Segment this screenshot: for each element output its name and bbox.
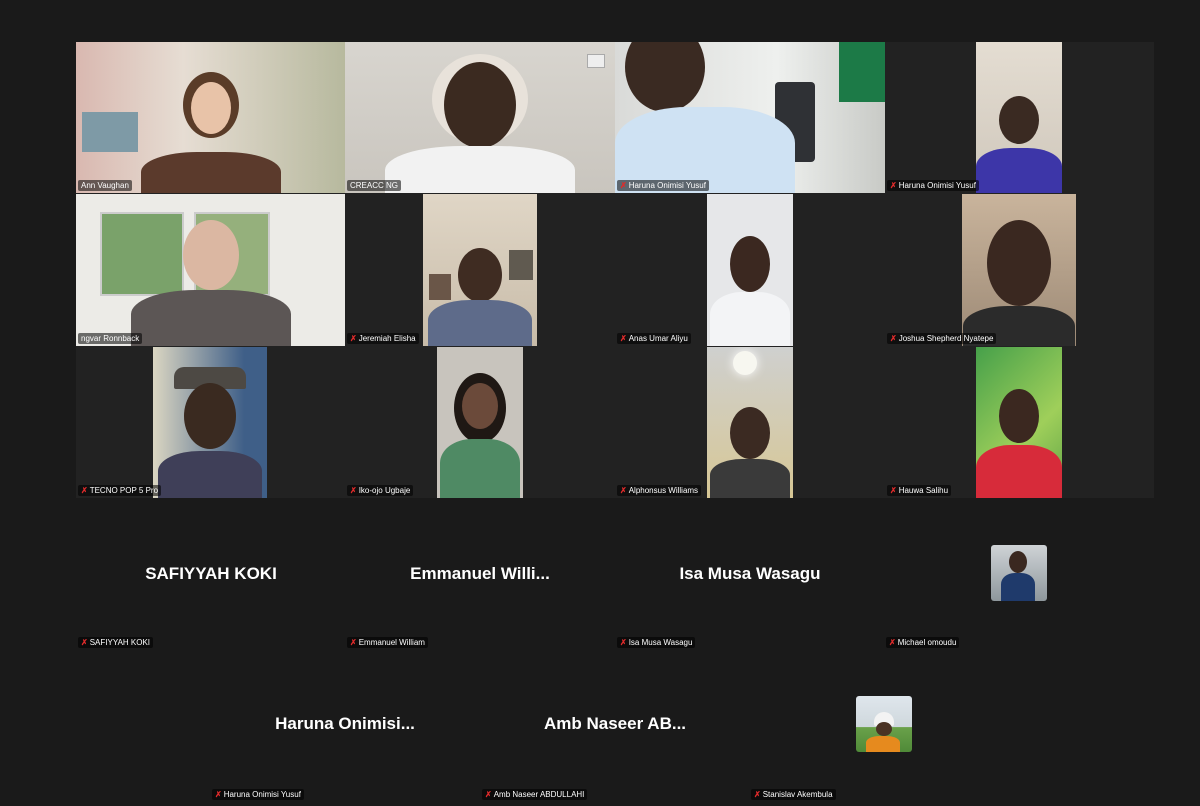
- video-feed: [437, 347, 523, 498]
- participant-name-tag: ✗ SAFIYYAH KOKI: [78, 637, 154, 648]
- video-feed: [423, 194, 537, 346]
- participant-tile-no-video[interactable]: Haruna Onimisi... ✗ Haruna Onimisi Yusuf: [210, 672, 480, 802]
- participant-name-tag: ✗ TECNO POP 5 Pro: [78, 485, 162, 496]
- participant-tile-no-video[interactable]: ✗ Stanislav Akembula: [749, 672, 1019, 802]
- muted-mic-icon: ✗: [889, 638, 896, 647]
- muted-mic-icon: ✗: [81, 638, 88, 647]
- muted-mic-icon: ✗: [890, 181, 897, 190]
- video-tile[interactable]: ✗ Iko-ojo Ugbaje: [345, 347, 615, 498]
- video-feed: [615, 42, 885, 193]
- video-feed: [345, 42, 615, 193]
- video-tile-active-speaker[interactable]: CREACC NG: [345, 42, 615, 193]
- video-feed: [976, 347, 1062, 498]
- participant-name-tag: ✗ Michael omoudu: [886, 637, 960, 648]
- participant-name-tag: CREACC NG: [347, 180, 402, 191]
- video-tile[interactable]: Ann Vaughan: [76, 42, 345, 193]
- muted-mic-icon: ✗: [350, 486, 357, 495]
- participant-tile-no-video[interactable]: Emmanuel Willi... ✗ Emmanuel William: [345, 520, 615, 650]
- participant-name-tag: ✗ Iko-ojo Ugbaje: [347, 485, 414, 496]
- muted-mic-icon: ✗: [754, 790, 761, 799]
- muted-mic-icon: ✗: [890, 334, 897, 343]
- video-tile[interactable]: ✗ Haruna Onimisi Yusuf: [615, 42, 885, 193]
- participant-display-name: SAFIYYAH KOKI: [145, 564, 277, 583]
- video-gallery: Ann Vaughan CREACC NG ✗ Haruna Onimisi Yu…: [76, 42, 1154, 498]
- video-tile[interactable]: ✗ Haruna Onimisi Yusuf: [885, 42, 1154, 193]
- participant-name-tag: ✗ Jeremiah Elisha: [347, 333, 419, 344]
- muted-mic-icon: ✗: [485, 790, 492, 799]
- video-feed: [962, 194, 1076, 346]
- participant-name-tag: ✗ Stanislav Akembula: [751, 789, 836, 800]
- participant-name-tag: ✗ Haruna Onimisi Yusuf: [212, 789, 304, 800]
- participant-tile-no-video[interactable]: Amb Naseer AB... ✗ Amb Naseer ABDULLAHI: [480, 672, 750, 802]
- video-tile[interactable]: ✗ TECNO POP 5 Pro: [76, 347, 345, 498]
- muted-mic-icon: ✗: [620, 181, 627, 190]
- participant-name-tag: ✗ Hauwa Salihu: [887, 485, 952, 496]
- participant-name-tag: ✗ Anas Umar Aliyu: [617, 333, 691, 344]
- muted-mic-icon: ✗: [620, 486, 627, 495]
- muted-mic-icon: ✗: [620, 638, 627, 647]
- participant-name-tag: ✗ Amb Naseer ABDULLAHI: [482, 789, 588, 800]
- muted-mic-icon: ✗: [620, 334, 627, 343]
- video-feed: [76, 194, 345, 346]
- video-feed: [976, 42, 1062, 193]
- video-feed: [76, 42, 345, 193]
- video-tile[interactable]: ✗ Alphonsus Williams: [615, 347, 885, 498]
- video-feed: [707, 347, 793, 498]
- participant-tile-no-video[interactable]: SAFIYYAH KOKI ✗ SAFIYYAH KOKI: [76, 520, 346, 650]
- avatar: [991, 545, 1047, 601]
- participant-display-name: Emmanuel Willi...: [410, 564, 550, 583]
- participant-name-tag: ✗ Emmanuel William: [347, 637, 428, 648]
- participant-display-name: Haruna Onimisi...: [275, 714, 415, 733]
- video-tile[interactable]: ngvar Ronnback: [76, 194, 345, 346]
- video-tile[interactable]: ✗ Joshua Shepherd Nyatepe: [885, 194, 1154, 346]
- video-tile[interactable]: ✗ Hauwa Salihu: [885, 347, 1154, 498]
- participant-name-tag: ✗ Isa Musa Wasagu: [617, 637, 696, 648]
- muted-mic-icon: ✗: [890, 486, 897, 495]
- participant-tile-no-video[interactable]: Isa Musa Wasagu ✗ Isa Musa Wasagu: [615, 520, 885, 650]
- participant-display-name: Amb Naseer AB...: [543, 714, 687, 733]
- participant-name-tag: Ann Vaughan: [78, 180, 132, 191]
- participant-name-tag: ✗ Haruna Onimisi Yusuf: [617, 180, 709, 191]
- muted-mic-icon: ✗: [215, 790, 222, 799]
- video-tile[interactable]: ✗ Anas Umar Aliyu: [615, 194, 885, 346]
- video-feed: [153, 347, 267, 498]
- participant-name-tag: ✗ Joshua Shepherd Nyatepe: [887, 333, 997, 344]
- participant-name-tag: ✗ Alphonsus Williams: [617, 485, 702, 496]
- participant-tile-no-video[interactable]: ✗ Michael omoudu: [884, 520, 1154, 650]
- video-feed: [707, 194, 793, 346]
- participant-display-name: Isa Musa Wasagu: [679, 564, 821, 583]
- muted-mic-icon: ✗: [350, 334, 357, 343]
- participant-name-tag: ✗ Haruna Onimisi Yusuf: [887, 180, 979, 191]
- avatar: [856, 696, 912, 752]
- muted-mic-icon: ✗: [81, 486, 88, 495]
- video-tile[interactable]: ✗ Jeremiah Elisha: [345, 194, 615, 346]
- muted-mic-icon: ✗: [350, 638, 357, 647]
- participant-name-tag: ngvar Ronnback: [78, 333, 143, 344]
